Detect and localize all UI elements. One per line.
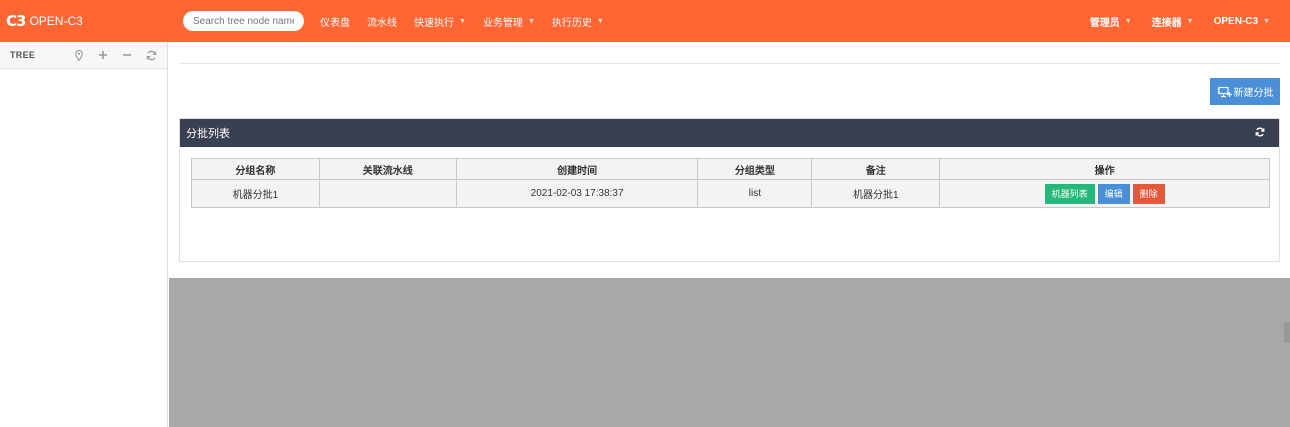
nav-business[interactable]: 业务管理 ▼: [483, 14, 535, 29]
cell-name: 机器分批1: [191, 179, 320, 208]
new-batch-button[interactable]: 新建分批: [1210, 78, 1280, 105]
brand-logo: C3: [6, 11, 26, 30]
nav-connector[interactable]: 连接器 ▼: [1152, 14, 1194, 29]
panel-title: 分批列表: [186, 128, 230, 140]
column-header[interactable]: 关联流水线: [318, 158, 457, 180]
table-header-row: 分组名称 关联流水线 创建时间 分组类型 备注 操作: [191, 158, 1270, 180]
chevron-down-icon: ▼: [1124, 17, 1132, 25]
table-row: 机器分批1 2021-02-03 17:38:37 list 机器分批1 机器列…: [191, 179, 1270, 208]
batch-list-panel: 分批列表 分组名称 关联流水线 创建时间 分组类型 备注 操作 机器分批1 20…: [179, 118, 1280, 262]
chevron-down-icon: ▼: [1186, 17, 1194, 25]
column-header[interactable]: 备注: [811, 158, 941, 180]
nav-user-menu[interactable]: OPEN-C3 ▼: [1214, 16, 1270, 27]
edit-button[interactable]: 编辑: [1097, 183, 1130, 204]
cell-actions: 机器列表 编辑 删除: [939, 179, 1270, 208]
machine-list-button[interactable]: 机器列表: [1044, 183, 1095, 204]
tree-title: TREE: [10, 50, 36, 60]
nav-quick-exec[interactable]: 快速执行 ▼: [414, 14, 466, 29]
chevron-down-icon: ▼: [527, 17, 535, 25]
nav-admin[interactable]: 管理员 ▼: [1090, 14, 1132, 29]
refresh-icon[interactable]: [1255, 126, 1265, 140]
tree-sidebar: TREE: [0, 42, 168, 427]
add-device-icon: [1217, 86, 1232, 97]
main-nav: 仪表盘 流水线 快速执行 ▼ 业务管理 ▼ 执行历史 ▼: [320, 14, 621, 29]
refresh-icon[interactable]: [145, 49, 157, 61]
pin-icon[interactable]: [73, 49, 85, 61]
minus-icon[interactable]: [121, 49, 133, 61]
overlay-area: [169, 278, 1290, 427]
tree-header: TREE: [0, 42, 167, 69]
scrollbar-thumb[interactable]: [1284, 322, 1290, 343]
divider: [179, 63, 1280, 64]
chevron-down-icon: ▼: [1263, 17, 1270, 25]
nav-exec-history[interactable]: 执行历史 ▼: [552, 14, 604, 29]
delete-button[interactable]: 删除: [1132, 183, 1165, 204]
nav-dashboard[interactable]: 仪表盘: [320, 14, 350, 29]
user-nav: 管理员 ▼ 连接器 ▼ OPEN-C3 ▼: [1070, 0, 1270, 42]
cell-type: list: [697, 179, 813, 208]
chevron-down-icon: ▼: [596, 17, 604, 25]
chevron-down-icon: ▼: [459, 17, 466, 25]
tree-search-input[interactable]: [183, 11, 304, 31]
brand-name: OPEN-C3: [29, 14, 83, 28]
cell-note: 机器分批1: [811, 179, 941, 208]
cell-pipeline: [318, 179, 457, 208]
plus-icon[interactable]: [97, 49, 109, 61]
batch-table: 分组名称 关联流水线 创建时间 分组类型 备注 操作 机器分批1 2021-02…: [191, 158, 1270, 208]
main-content: 新建分批 分批列表 分组名称 关联流水线 创建时间 分组类型 备注 操作 机器分…: [169, 42, 1290, 278]
cell-created: 2021-02-03 17:38:37: [455, 179, 699, 208]
brand[interactable]: C3 OPEN-C3: [6, 11, 176, 30]
tree-toolbar: [61, 49, 157, 61]
column-header[interactable]: 分组类型: [697, 158, 813, 180]
top-navbar: C3 OPEN-C3 仪表盘 流水线 快速执行▼ 业务管理▼ 执行历史▼ 管理员…: [0, 0, 1290, 42]
column-header[interactable]: 创建时间: [455, 158, 699, 180]
nav-pipeline[interactable]: 流水线: [367, 14, 397, 29]
column-header[interactable]: 分组名称: [191, 158, 320, 180]
panel-header: 分批列表: [180, 119, 1279, 147]
column-header: 操作: [939, 158, 1270, 180]
